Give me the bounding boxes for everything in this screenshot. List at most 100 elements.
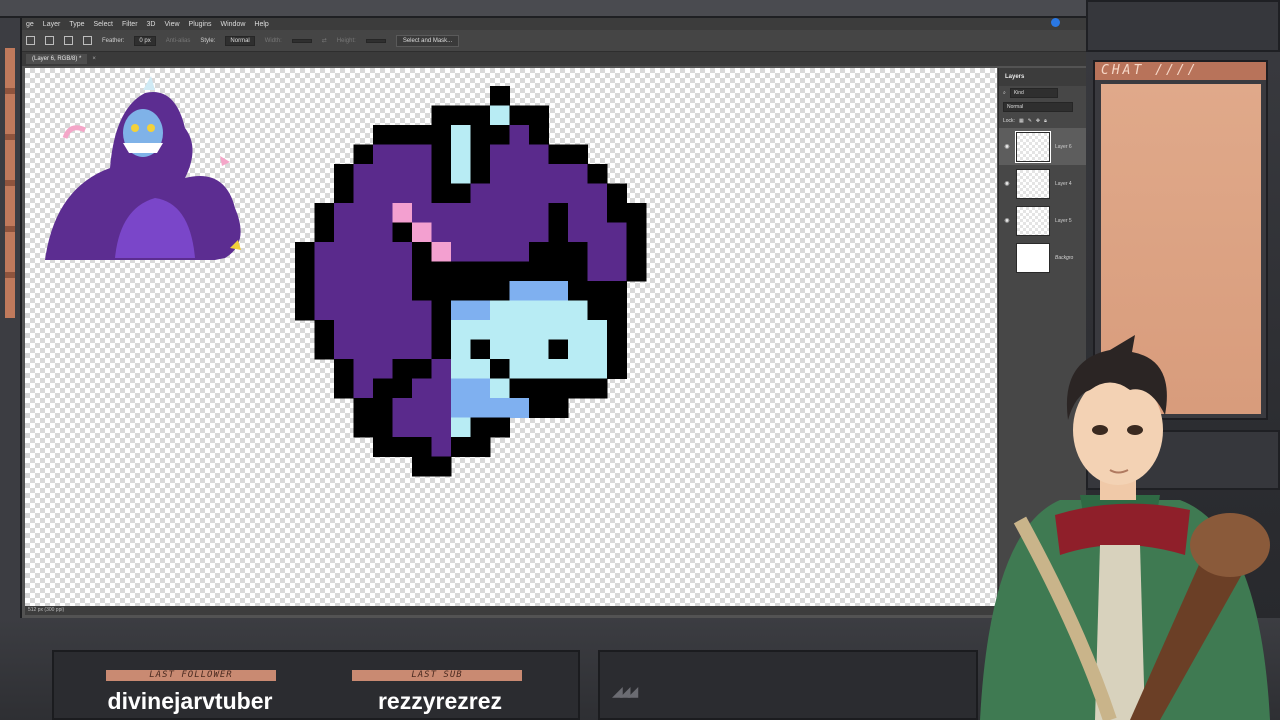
width-input[interactable] xyxy=(291,38,312,43)
new-selection-icon[interactable] xyxy=(45,36,54,45)
blend-mode-select[interactable]: Normal xyxy=(1003,102,1073,112)
sprite-pixel xyxy=(431,320,452,340)
sprite-pixel xyxy=(587,242,608,262)
style-select[interactable]: Normal xyxy=(225,35,255,46)
height-input[interactable] xyxy=(365,38,386,43)
menu-3d[interactable]: 3D xyxy=(147,21,156,28)
sprite-pixel xyxy=(607,242,627,262)
sprite-pixel xyxy=(490,359,510,379)
sprite-pixel xyxy=(568,183,588,204)
menu-layer[interactable]: Layer xyxy=(43,21,61,28)
menu-help[interactable]: Help xyxy=(254,21,268,28)
sprite-pixel xyxy=(548,242,569,262)
sprite-pixel xyxy=(353,222,374,243)
close-tab-icon[interactable]: × xyxy=(92,56,96,62)
sprite-pixel xyxy=(314,261,335,282)
sprite-pixel xyxy=(392,125,413,145)
sprite-pixel xyxy=(548,222,569,243)
lock-pixels-icon[interactable]: ▦ xyxy=(1019,118,1024,124)
document-tab-bar: (Layer 6, RGB/8) * × xyxy=(22,52,1086,66)
layer-item[interactable]: ◉ Layer 6 xyxy=(999,128,1086,165)
sprite-pixel xyxy=(353,261,374,282)
sprite-pixel xyxy=(431,125,452,145)
sprite-pixel xyxy=(607,261,627,282)
layer-item[interactable]: ◉ Layer 5 xyxy=(999,202,1086,239)
sprite-pixel xyxy=(392,339,413,360)
sprite-pixel xyxy=(373,320,393,340)
menu-filter[interactable]: Filter xyxy=(122,21,138,28)
lock-all-icon[interactable]: 🔒︎ xyxy=(1044,118,1047,124)
sprite-pixel xyxy=(470,242,491,262)
filter-kind-select[interactable]: Kind xyxy=(1009,88,1058,98)
sprite-pixel xyxy=(334,222,354,243)
lock-brush-icon[interactable]: ✎ xyxy=(1028,118,1032,124)
sprite-pixel xyxy=(392,359,413,379)
last-sub-name: rezzyrezrez xyxy=(377,688,503,714)
antialias-checkbox[interactable]: Anti-alias xyxy=(166,38,191,44)
sprite-pixel xyxy=(568,203,588,223)
menu-type[interactable]: Type xyxy=(69,21,84,28)
sprite-pixel xyxy=(353,417,374,438)
sprite-pixel xyxy=(509,144,530,165)
marquee-tool-icon[interactable] xyxy=(26,36,35,45)
eye-icon[interactable]: ◉ xyxy=(1003,180,1011,187)
lock-label: Lock: xyxy=(1003,118,1015,124)
sprite-pixel xyxy=(470,437,491,457)
subtract-selection-icon[interactable] xyxy=(83,36,92,45)
lock-position-icon[interactable]: ✥ xyxy=(1036,118,1040,124)
sprite-pixel xyxy=(431,398,452,418)
layer-thumbnail xyxy=(1015,130,1051,163)
canvas[interactable] xyxy=(25,68,997,606)
sprite-pixel xyxy=(334,164,354,184)
sprite-pixel xyxy=(451,183,471,204)
sprite-pixel xyxy=(334,359,354,379)
sprite-pixel xyxy=(509,300,530,321)
menu-select[interactable]: Select xyxy=(94,21,113,28)
layer-item[interactable]: ◉ Backgro xyxy=(999,239,1086,276)
menu-edit[interactable]: ge xyxy=(26,21,34,28)
sprite-pixel xyxy=(353,183,374,204)
sprite-pixel xyxy=(431,300,452,321)
sprite-pixel xyxy=(568,339,588,360)
sprite-pixel xyxy=(451,281,471,301)
sprite-pixel xyxy=(334,183,354,204)
menu-plugins[interactable]: Plugins xyxy=(189,21,212,28)
sprite-pixel xyxy=(373,398,393,418)
layer-item[interactable]: ◉ Layer 4 xyxy=(999,165,1086,202)
sprite-pixel xyxy=(353,378,374,399)
eye-icon[interactable]: ◉ xyxy=(1003,254,1011,261)
layer-filter-row: ⌕ Kind xyxy=(999,86,1086,100)
sprite-pixel xyxy=(568,378,588,399)
sprite-pixel xyxy=(392,378,413,399)
lock-row: Lock: ▦ ✎ ✥ 🔒︎ xyxy=(999,114,1086,128)
sprite-pixel xyxy=(431,417,452,438)
menu-view[interactable]: View xyxy=(164,21,179,28)
add-selection-icon[interactable] xyxy=(64,36,73,45)
sprite-pixel xyxy=(490,378,510,399)
sprite-pixel xyxy=(548,359,569,379)
sprite-pixel xyxy=(353,242,374,262)
sprite-pixel xyxy=(509,183,530,204)
sprite-pixel xyxy=(490,242,510,262)
eye-icon[interactable]: ◉ xyxy=(1003,217,1011,224)
sprite-pixel xyxy=(548,339,569,360)
eye-icon[interactable]: ◉ xyxy=(1003,143,1011,150)
sprite-pixel xyxy=(412,456,432,477)
sprite-pixel xyxy=(353,281,374,301)
sprite-pixel xyxy=(412,417,432,438)
sprite-pixel xyxy=(490,300,510,321)
swap-icon[interactable]: ⇄ xyxy=(322,37,327,44)
sprite-pixel xyxy=(529,222,549,243)
sprite-pixel xyxy=(470,417,491,438)
sprite-pixel xyxy=(431,456,452,477)
document-tab[interactable]: (Layer 6, RGB/8) * xyxy=(26,54,88,64)
menu-window[interactable]: Window xyxy=(221,21,246,28)
sprite-pixel xyxy=(587,164,608,184)
sprite-pixel xyxy=(451,398,471,418)
layer-name: Layer 4 xyxy=(1055,180,1072,187)
sprite-pixel xyxy=(490,203,510,223)
select-and-mask-button[interactable]: Select and Mask... xyxy=(395,34,460,47)
feather-input[interactable]: 0 px xyxy=(134,35,156,46)
notification-dot-icon[interactable] xyxy=(1051,18,1060,27)
layer-thumbnail xyxy=(1016,242,1050,273)
